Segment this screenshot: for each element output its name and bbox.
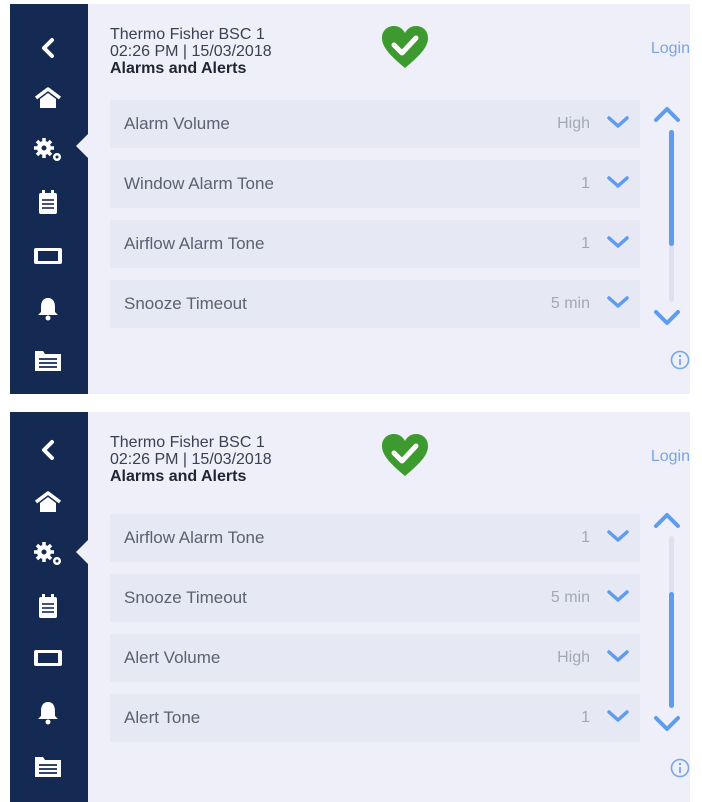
scroll-up-icon[interactable] [652,510,682,530]
chevron-down-icon[interactable] [606,588,630,604]
nav-back[interactable] [26,28,70,68]
device-name: Thermo Fisher BSC 1 [110,26,265,43]
scroll-up-icon[interactable] [652,104,682,124]
setting-label: Airflow Alarm Tone [124,234,265,253]
active-indicator [76,540,88,564]
setting-label: Airflow Alarm Tone [124,528,265,547]
chevron-down-icon[interactable] [606,648,630,664]
nav-display[interactable] [26,638,70,678]
sidebar [10,412,88,802]
nav-clipboard[interactable] [26,182,70,222]
page-title: Alarms and Alerts [110,468,247,485]
setting-value: 1 [581,175,590,192]
setting-row[interactable]: Airflow Alarm Tone 1 [110,514,640,562]
scrollbar-thumb[interactable] [669,592,674,708]
display-icon [34,248,62,264]
chevron-down-icon[interactable] [606,234,630,250]
setting-value: 1 [581,709,590,726]
chevron-down-icon[interactable] [606,114,630,130]
setting-row[interactable]: Alert Tone 1 [110,694,640,742]
setting-value: 5 min [550,295,590,312]
setting-row[interactable]: Window Alarm Tone 1 [110,160,640,208]
setting-value: 5 min [550,589,590,606]
sidebar [10,4,88,394]
setting-value: High [557,649,590,666]
scroll-down-icon[interactable] [652,308,682,328]
nav-settings[interactable] [26,534,70,574]
nav-settings[interactable] [26,130,70,170]
scroll-down-icon[interactable] [652,714,682,734]
nav-log[interactable] [26,746,70,786]
setting-label: Window Alarm Tone [124,174,274,193]
home-icon [34,87,62,108]
setting-label: Alert Tone [124,708,201,727]
login-button[interactable]: Login [651,40,690,58]
settings-icon [34,138,61,161]
screen-1: Thermo Fisher BSC 1 02:26 PM | 15/03/201… [10,4,690,394]
nav-alarms[interactable] [26,288,70,328]
setting-row[interactable]: Snooze Timeout 5 min [110,280,640,328]
info-icon[interactable] [670,758,690,778]
back-icon [42,38,54,58]
setting-value: 1 [581,529,590,546]
header: Thermo Fisher BSC 1 02:26 PM | 15/03/201… [110,434,272,486]
nav-back[interactable] [26,430,70,470]
home-icon [34,491,62,512]
screen-2: Thermo Fisher BSC 1 02:26 PM | 15/03/201… [10,412,690,802]
scrollbar-thumb[interactable] [669,130,674,246]
status-heart-icon [380,24,430,75]
clipboard-icon [39,594,57,618]
log-icon [35,351,61,371]
chevron-down-icon[interactable] [606,708,630,724]
setting-value: High [557,115,590,132]
datetime: 02:26 PM | 15/03/2018 [110,451,272,468]
nav-home[interactable] [26,78,70,118]
setting-row[interactable]: Airflow Alarm Tone 1 [110,220,640,268]
datetime: 02:26 PM | 15/03/2018 [110,43,272,60]
setting-row[interactable]: Alarm Volume High [110,100,640,148]
setting-label: Snooze Timeout [124,294,247,313]
setting-label: Alarm Volume [124,114,230,133]
info-icon[interactable] [670,350,690,370]
scrollbar[interactable] [669,130,674,302]
setting-label: Alert Volume [124,648,221,667]
nav-home[interactable] [26,482,70,522]
display-icon [34,650,62,666]
log-icon [35,757,61,777]
nav-display[interactable] [26,236,70,276]
setting-label: Snooze Timeout [124,588,247,607]
device-name: Thermo Fisher BSC 1 [110,434,265,451]
page-title: Alarms and Alerts [110,60,247,77]
scrollbar[interactable] [669,536,674,708]
nav-log[interactable] [26,340,70,380]
status-heart-icon [380,432,430,483]
nav-alarms[interactable] [26,692,70,732]
settings-icon [34,542,61,565]
bell-icon [38,298,58,321]
back-icon [42,440,54,460]
chevron-down-icon[interactable] [606,294,630,310]
chevron-down-icon[interactable] [606,174,630,190]
active-indicator [76,134,88,158]
bell-icon [38,702,58,725]
setting-value: 1 [581,235,590,252]
setting-row[interactable]: Snooze Timeout 5 min [110,574,640,622]
chevron-down-icon[interactable] [606,528,630,544]
clipboard-icon [39,190,57,214]
header: Thermo Fisher BSC 1 02:26 PM | 15/03/201… [110,26,272,78]
nav-clipboard[interactable] [26,586,70,626]
login-button[interactable]: Login [651,448,690,466]
setting-row[interactable]: Alert Volume High [110,634,640,682]
